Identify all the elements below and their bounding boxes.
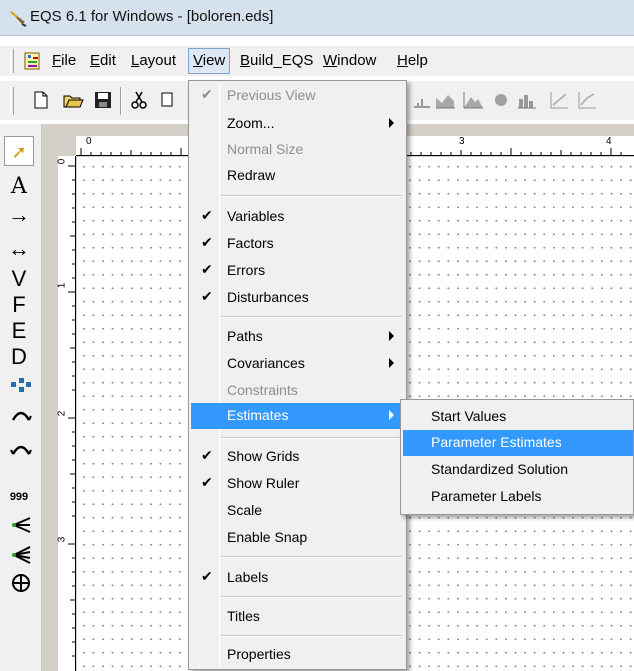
title-bar: EQS 6.1 for Windows - [boloren.eds] [0, 0, 634, 36]
menu-file[interactable]: File [52, 52, 76, 69]
menu-separator [221, 316, 402, 318]
menu-layout[interactable]: Layout [131, 52, 176, 69]
ruler-label-4: 4 [606, 136, 612, 147]
check-icon: ✔ [201, 288, 213, 304]
covariance-arrow-icon[interactable]: ↔ [4, 234, 34, 264]
menu-window[interactable]: Window [323, 52, 376, 69]
window-title: EQS 6.1 for Windows - [boloren.eds] [30, 8, 274, 25]
view-item-show-grids[interactable]: ✔ Show Grids [191, 444, 404, 470]
menu-separator [221, 556, 402, 558]
view-item-estimates[interactable]: Estimates [191, 403, 404, 429]
view-item-titles[interactable]: Titles [191, 604, 404, 630]
line-chart-2-icon[interactable] [576, 89, 598, 111]
multi-path-icon[interactable] [10, 514, 32, 536]
ruler-label-3: 3 [459, 136, 465, 147]
menubar-grip[interactable] [10, 49, 14, 73]
path-arrow-icon[interactable]: → [4, 200, 34, 230]
submenu-arrow-icon [389, 331, 394, 341]
bar-chart-icon[interactable] [516, 89, 538, 111]
save-icon[interactable] [92, 89, 114, 111]
view-item-enable-snap[interactable]: Enable Snap [191, 525, 404, 551]
arc-down-icon[interactable] [10, 438, 32, 460]
text-tool-icon[interactable]: A [4, 172, 34, 202]
ruler-label-0: 0 [86, 136, 92, 147]
ruler-corner [58, 136, 76, 156]
check-icon: ✔ [201, 234, 213, 250]
menu-separator [221, 596, 402, 598]
menu-separator [221, 437, 402, 439]
ruler-label-v0: 0 [56, 158, 68, 165]
menu-edit[interactable]: Edit [90, 52, 116, 69]
document-icon[interactable] [24, 52, 42, 70]
view-item-constraints[interactable]: Constraints [191, 378, 404, 404]
ruler-label-v3: 3 [56, 536, 68, 543]
view-item-zoom[interactable]: Zoom... [191, 111, 404, 137]
view-item-factors[interactable]: ✔ Factors [191, 231, 404, 257]
check-icon: ✔ [201, 474, 213, 490]
estimates-item-standardized-solution[interactable]: Standardized Solution [403, 457, 633, 483]
disturbance-d-icon[interactable]: D [4, 342, 34, 372]
toolbar-grip[interactable] [10, 87, 14, 115]
view-item-redraw[interactable]: Redraw [191, 163, 404, 189]
view-item-covariances[interactable]: Covariances [191, 351, 404, 377]
menu-separator [221, 635, 402, 637]
view-menu-dropdown: ✔ Previous View Zoom... Normal Size Redr… [188, 80, 407, 670]
pie-icon[interactable] [490, 89, 512, 111]
estimates-item-start-values[interactable]: Start Values [403, 404, 633, 430]
new-file-icon[interactable] [30, 89, 52, 111]
check-icon: ✔ [201, 207, 213, 223]
cut-icon[interactable] [128, 89, 150, 111]
view-item-properties[interactable]: Properties [191, 642, 404, 668]
vertical-ruler: 0 1 2 3 [56, 156, 76, 671]
view-item-disturbances[interactable]: ✔ Disturbances [191, 285, 404, 311]
mountain-chart-icon[interactable] [462, 89, 484, 111]
view-item-scale[interactable]: Scale [191, 498, 404, 524]
line-chart-icon[interactable] [548, 89, 570, 111]
estimates-item-parameter-labels[interactable]: Parameter Labels [403, 484, 633, 510]
pointer-tool-icon[interactable]: ➚ [4, 136, 34, 166]
estimates-item-parameter-estimates[interactable]: Parameter Estimates [403, 430, 633, 456]
check-icon: ✔ [201, 568, 213, 584]
check-icon: ✔ [201, 447, 213, 463]
area-chart-icon[interactable] [434, 89, 456, 111]
submenu-arrow-icon [389, 358, 394, 368]
submenu-arrow-icon [389, 118, 394, 128]
line-chart-small-icon[interactable] [412, 89, 434, 111]
menu-view[interactable]: View [188, 48, 231, 74]
check-icon: ✔ [201, 86, 213, 102]
view-item-errors[interactable]: ✔ Errors [191, 258, 404, 284]
ruler-label-v2: 2 [56, 410, 68, 417]
multi-factor-icon[interactable] [10, 544, 32, 566]
view-item-paths[interactable]: Paths [191, 324, 404, 350]
check-icon: ✔ [201, 261, 213, 277]
ruler-label-v1: 1 [56, 282, 68, 289]
tool-palette: ➚ A → ↔ V F E D 999 [0, 124, 42, 671]
view-item-show-ruler[interactable]: ✔ Show Ruler [191, 471, 404, 497]
group-diagram-icon[interactable] [10, 374, 32, 396]
view-item-normal-size[interactable]: Normal Size [191, 137, 404, 163]
menu-help[interactable]: Help [397, 52, 428, 69]
copy-icon-partial[interactable] [158, 89, 180, 111]
arc-up-icon[interactable] [10, 404, 32, 426]
menu-bar: File Edit Layout View Build_EQS Window H… [0, 46, 634, 76]
toolbar-separator [120, 87, 122, 115]
menu-separator [221, 195, 402, 197]
app-logo-icon [10, 11, 27, 27]
crosshair-icon[interactable] [10, 572, 32, 594]
submenu-arrow-icon [389, 410, 394, 420]
view-item-labels[interactable]: ✔ Labels [191, 565, 404, 591]
view-item-variables[interactable]: ✔ Variables [191, 204, 404, 230]
open-folder-icon[interactable] [62, 89, 84, 111]
menu-build-eqs[interactable]: Build_EQS [240, 52, 313, 69]
estimates-submenu: Start Values Parameter Estimates Standar… [400, 399, 634, 515]
number-999-icon[interactable]: 999 [4, 482, 34, 512]
view-item-previous-view[interactable]: ✔ Previous View [191, 83, 404, 109]
